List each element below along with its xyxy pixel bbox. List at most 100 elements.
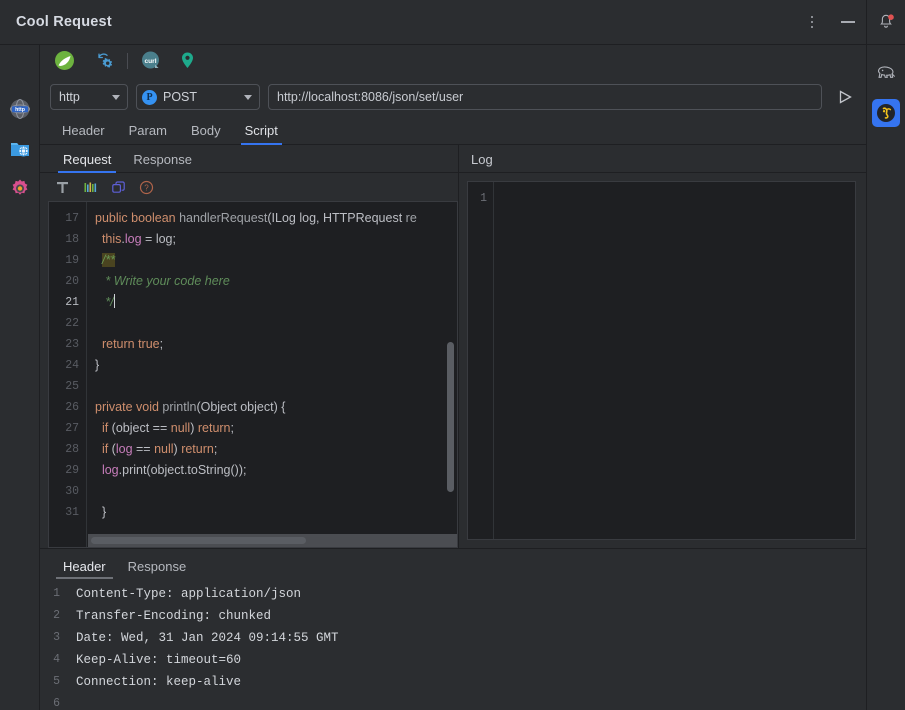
send-play-icon[interactable] [832,84,858,110]
log-output[interactable]: 1 [467,181,856,540]
svg-text:?: ? [144,183,149,192]
code-line: if (log == null) return; [101,442,218,456]
code-line: log.print(object.toString()); [101,463,247,477]
editor-toolbar: ? [40,173,458,201]
bell-notification-icon[interactable] [866,0,905,45]
http-globe-icon[interactable]: http [6,95,34,123]
line-number: 2 [53,609,60,622]
script-and-log-panes: ? 17 18 19 20 21 22 23 24 25 26 27 28 29… [40,173,866,548]
response-header-line: Connection: keep-alive [76,675,242,689]
response-section: Header Response 1 2 3 4 5 6 Content-Type… [40,548,866,710]
window-title: Cool Request [16,14,112,30]
code-line: */ [105,294,115,309]
line-number: 28 [65,443,79,456]
line-number: 5 [53,675,60,688]
log-panel-header: Log [458,145,866,172]
tab-header[interactable]: Header [50,123,117,144]
code-line: return true; [101,337,164,351]
elephant-icon[interactable] [872,59,900,87]
code-line: /** [101,253,116,267]
line-number: 1 [480,192,487,205]
protocol-select[interactable]: http [50,84,128,110]
line-number: 27 [65,422,79,435]
response-header-line: Keep-Alive: timeout=60 [76,653,242,667]
method-badge-icon: P [142,89,157,105]
response-headers-view: 1 2 3 4 5 6 Content-Type: application/js… [40,579,866,710]
code-line: this.log = log; [101,232,176,246]
response-tabs: Header Response [40,549,866,579]
method-select[interactable]: P POST [136,84,260,110]
curl-icon[interactable]: curl [140,50,161,71]
tab-response-body[interactable]: Response [117,559,198,579]
method-value: POST [163,90,198,104]
center-panel: curl http P POST http://localhost:8086/j… [40,45,866,710]
kebab-menu-icon[interactable] [794,0,830,45]
subtab-response[interactable]: Response [122,152,203,172]
editor-horizontal-scrollbar[interactable] [91,537,306,544]
line-number: 26 [65,401,79,414]
response-header-line: Content-Type: application/json [76,587,302,601]
code-line: } [95,358,100,372]
request-bar: http P POST [40,77,866,117]
refresh-settings-icon[interactable] [96,51,115,70]
line-number: 25 [65,380,79,393]
cool-request-window: Cool Request http curl http P POST http:… [0,0,905,710]
code-line-numbers: 17 18 19 20 21 22 23 24 25 26 27 28 29 3… [49,202,87,547]
tab-body[interactable]: Body [179,123,233,144]
code-editor[interactable]: 17 18 19 20 21 22 23 24 25 26 27 28 29 3… [48,201,458,548]
svg-text:http: http [15,107,25,113]
tab-param[interactable]: Param [117,123,179,144]
protocol-value: http [59,90,80,104]
minimize-icon[interactable] [830,0,866,45]
spring-leaf-icon[interactable] [54,50,75,71]
tab-response-header[interactable]: Header [52,559,117,579]
log-title: Log [471,152,493,167]
top-mini-toolbar: curl [40,45,866,77]
code-line: public boolean handlerRequest(ILog log, … [95,211,417,225]
response-header-lines: Content-Type: application/json Transfer-… [66,583,866,710]
code-line: * Write your code here [105,274,230,288]
line-number: 1 [53,587,60,600]
right-tool-rail [866,45,905,710]
folder-globe-icon[interactable] [6,135,34,163]
editor-vertical-scrollbar[interactable] [447,342,454,492]
line-number: 22 [65,317,79,330]
gear-settings-icon[interactable] [6,175,34,203]
script-subtabs: Request Response [40,145,458,173]
editor-horizontal-scroll-track[interactable] [88,534,457,547]
line-number-current: 21 [65,296,79,309]
code-line: } [95,505,107,519]
code-line: if (object == null) return; [101,421,234,435]
title-bar: Cool Request [0,0,905,45]
chevron-down-icon [112,94,120,100]
chevron-down-icon [244,94,252,100]
response-header-line: Date: Wed, 31 Jan 2024 09:14:55 GMT [76,631,339,645]
copy-duplicate-icon[interactable] [110,179,127,196]
color-bars-icon[interactable] [82,179,99,196]
line-number: 18 [65,233,79,246]
main-body: http curl http P POST http://localhost:8… [0,45,905,710]
bee-icon[interactable] [872,99,900,127]
hammer-format-icon[interactable] [54,179,71,196]
line-number: 19 [65,254,79,267]
line-number: 6 [53,697,60,710]
code-text-area[interactable]: public boolean handlerRequest(ILog log, … [87,202,457,547]
tab-script[interactable]: Script [233,123,290,145]
line-number: 20 [65,275,79,288]
window-controls [794,0,905,45]
log-text [494,182,855,539]
script-editor-pane: ? 17 18 19 20 21 22 23 24 25 26 27 28 29… [40,173,458,548]
line-number: 29 [65,464,79,477]
location-pin-icon[interactable] [179,51,196,70]
line-number: 17 [65,212,79,225]
subtab-request[interactable]: Request [52,152,122,173]
help-question-icon[interactable]: ? [138,179,155,196]
toolbar-separator [127,52,128,69]
code-line: private void println(Object object) { [95,400,286,414]
line-number: 23 [65,338,79,351]
line-number: 30 [65,485,79,498]
log-line-numbers: 1 [468,182,494,539]
url-input[interactable] [268,84,822,110]
line-number: 31 [65,506,79,519]
